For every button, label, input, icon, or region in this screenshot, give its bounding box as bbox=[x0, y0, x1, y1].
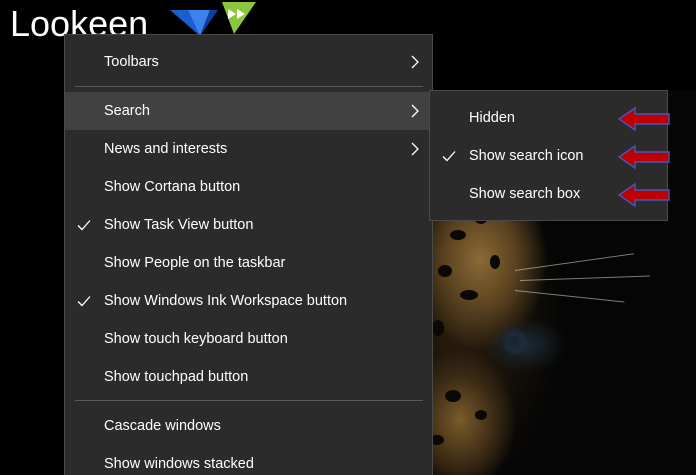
wallpaper-whisker bbox=[514, 290, 625, 303]
menu-separator bbox=[75, 400, 423, 401]
wallpaper-whisker bbox=[514, 253, 634, 271]
menu-item-label: Cascade windows bbox=[104, 418, 221, 434]
menu-item-label: News and interests bbox=[104, 141, 228, 157]
screen: Lookeen Toolbars Search News and interes… bbox=[0, 0, 696, 475]
menu-item-show-windows-stacked[interactable]: Show windows stacked bbox=[65, 445, 432, 475]
wallpaper-spot bbox=[450, 230, 466, 240]
chevron-right-icon bbox=[411, 104, 419, 118]
check-icon bbox=[442, 151, 456, 162]
wallpaper-spot bbox=[445, 390, 461, 402]
menu-item-show-people-on-taskbar[interactable]: Show People on the taskbar bbox=[65, 244, 432, 282]
menu-item-toolbars[interactable]: Toolbars bbox=[65, 43, 432, 81]
submenu-item-label: Hidden bbox=[469, 110, 515, 126]
menu-item-label: Show touchpad button bbox=[104, 369, 249, 385]
menu-item-label: Show Task View button bbox=[104, 217, 254, 233]
menu-item-show-task-view-button[interactable]: Show Task View button bbox=[65, 206, 432, 244]
submenu-item-label: Show search box bbox=[469, 186, 581, 202]
wallpaper-spot bbox=[438, 265, 452, 277]
menu-item-label: Show Windows Ink Workspace button bbox=[104, 293, 348, 309]
menu-item-show-touch-keyboard-button[interactable]: Show touch keyboard button bbox=[65, 320, 432, 358]
menu-item-label: Show windows stacked bbox=[104, 456, 254, 472]
red-arrow-icon bbox=[617, 182, 670, 208]
menu-separator bbox=[75, 86, 423, 87]
wallpaper-spot bbox=[475, 410, 487, 420]
submenu-item-label: Show search icon bbox=[469, 148, 584, 164]
menu-item-show-windows-ink-workspace-button[interactable]: Show Windows Ink Workspace button bbox=[65, 282, 432, 320]
red-arrow-icon bbox=[617, 144, 670, 170]
wallpaper-spot bbox=[460, 290, 478, 300]
menu-item-search[interactable]: Search bbox=[65, 92, 432, 130]
red-arrow-icon bbox=[617, 106, 670, 132]
wallpaper-spot bbox=[432, 320, 444, 336]
menu-item-label: Search bbox=[104, 103, 150, 119]
menu-item-label: Show People on the taskbar bbox=[104, 255, 286, 271]
wallpaper-whisker bbox=[519, 275, 650, 281]
check-icon bbox=[77, 220, 91, 231]
menu-item-label: Show touch keyboard button bbox=[104, 331, 288, 347]
chevron-right-icon bbox=[411, 142, 419, 156]
menu-item-label: Toolbars bbox=[104, 54, 159, 70]
taskbar-context-menu: Toolbars Search News and interests Show … bbox=[64, 34, 433, 475]
menu-item-news-and-interests[interactable]: News and interests bbox=[65, 130, 432, 168]
menu-item-show-touchpad-button[interactable]: Show touchpad button bbox=[65, 358, 432, 396]
menu-item-show-cortana-button[interactable]: Show Cortana button bbox=[65, 168, 432, 206]
menu-item-cascade-windows[interactable]: Cascade windows bbox=[65, 407, 432, 445]
chevron-right-icon bbox=[411, 55, 419, 69]
wallpaper-spot bbox=[490, 255, 500, 269]
check-icon bbox=[77, 296, 91, 307]
menu-item-label: Show Cortana button bbox=[104, 179, 241, 195]
